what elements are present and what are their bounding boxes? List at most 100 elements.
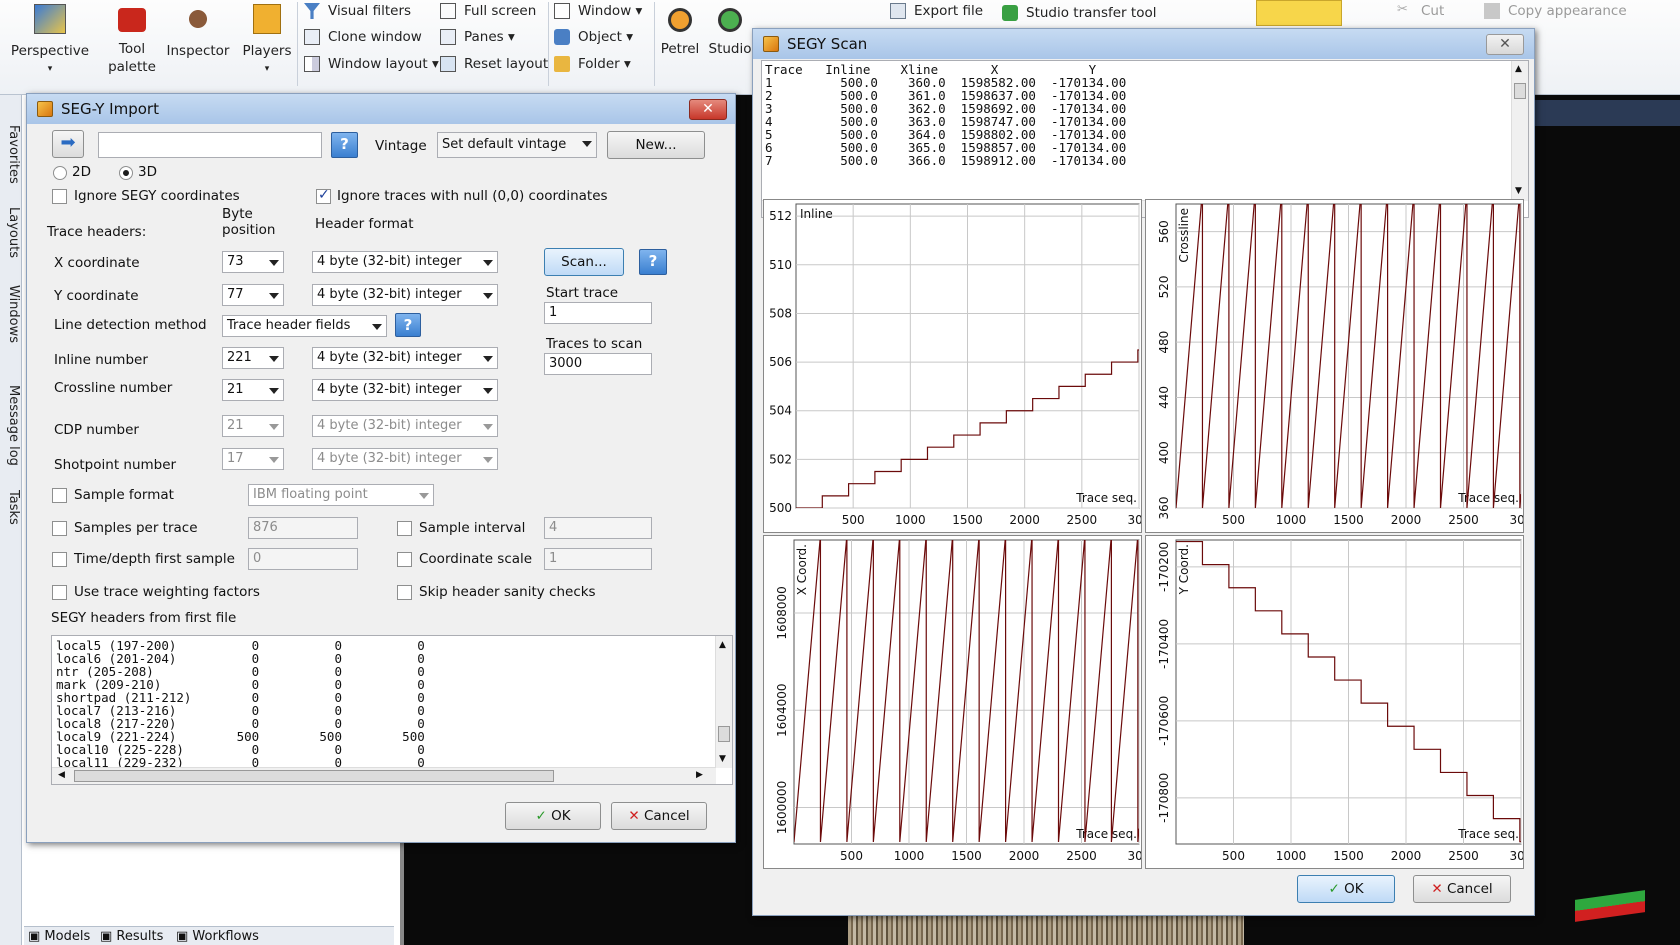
- vertical-scrollbar[interactable]: ▲ ▼: [1511, 61, 1528, 201]
- scroll-down-icon[interactable]: ▼: [719, 754, 726, 764]
- panes-button[interactable]: Panes ▾: [438, 26, 515, 48]
- scroll-down-icon[interactable]: ▼: [1515, 186, 1522, 196]
- crossline-byte-select[interactable]: 21: [222, 379, 284, 401]
- coordinate-scale-input[interactable]: 1: [544, 548, 652, 570]
- segy-scan-titlebar[interactable]: SEGY Scan ✕: [753, 29, 1534, 59]
- inline-format-select[interactable]: 4 byte (32-bit) integer: [312, 347, 498, 369]
- inline-byte-select[interactable]: 221: [222, 347, 284, 369]
- close-icon[interactable]: ✕: [1486, 34, 1524, 55]
- samples-per-trace-checkbox[interactable]: [52, 521, 67, 536]
- radio-2d[interactable]: [53, 166, 67, 180]
- start-trace-input[interactable]: 1: [544, 302, 652, 324]
- file-path-input[interactable]: [98, 132, 322, 158]
- ignore-segy-coords-checkbox[interactable]: [52, 189, 67, 204]
- cdp-byte-select[interactable]: 21: [222, 415, 284, 437]
- x-axis-label: Trace seq.: [1075, 491, 1137, 505]
- traces-to-scan-input[interactable]: 3000: [544, 353, 652, 375]
- help-icon[interactable]: ?: [331, 132, 358, 158]
- help-icon[interactable]: ?: [639, 249, 667, 275]
- tab-workflows[interactable]: ▣ Workflows: [176, 929, 259, 944]
- segy-headers-listbox[interactable]: local5 (197-200) 0 0 0 local6 (201-204) 0…: [51, 635, 733, 785]
- samples-per-trace-input[interactable]: 876: [248, 517, 358, 539]
- tab-windows[interactable]: Windows: [1, 285, 21, 343]
- cancel-button[interactable]: ✕ Cancel: [1413, 875, 1511, 903]
- copy-appearance-button[interactable]: Copy appearance: [1482, 0, 1627, 22]
- tab-results[interactable]: ▣ Results: [100, 929, 163, 944]
- scroll-right-icon[interactable]: ▶: [696, 770, 703, 780]
- new-vintage-button[interactable]: New...: [607, 131, 705, 159]
- time-depth-first-sample-checkbox[interactable]: [52, 552, 67, 567]
- shotpoint-format-select[interactable]: 4 byte (32-bit) integer: [312, 448, 498, 470]
- line-detection-select[interactable]: Trace header fields: [222, 315, 387, 337]
- window-menu-button[interactable]: Window ▾: [552, 0, 642, 22]
- crossline-format-select[interactable]: 4 byte (32-bit) integer: [312, 379, 498, 401]
- splitter[interactable]: [400, 843, 404, 945]
- sample-format-checkbox[interactable]: [52, 488, 67, 503]
- clone-window-button[interactable]: Clone window: [302, 26, 422, 48]
- scan-table[interactable]: Trace Inline Xline X Y 1 500.0 360.0 159…: [761, 60, 1529, 218]
- highlighted-button[interactable]: [1256, 0, 1342, 26]
- object-menu-button[interactable]: Object ▾: [552, 26, 633, 48]
- perspective-button[interactable]: Perspective ▾: [6, 4, 94, 78]
- y-coordinate-byte-select[interactable]: 77: [222, 284, 284, 306]
- shotpoint-byte-select[interactable]: 17: [222, 448, 284, 470]
- scrollbar-thumb[interactable]: [1514, 83, 1526, 99]
- petrel-button[interactable]: Petrel: [658, 4, 702, 58]
- help-icon[interactable]: ?: [395, 313, 421, 337]
- scrollbar-thumb[interactable]: [718, 726, 730, 742]
- vertical-scrollbar[interactable]: ▲ ▼: [715, 636, 732, 768]
- cdp-format-select[interactable]: 4 byte (32-bit) integer: [312, 415, 498, 437]
- scroll-left-icon[interactable]: ◀: [58, 770, 65, 780]
- sample-interval-checkbox[interactable]: [397, 521, 412, 536]
- cut-button[interactable]: ✂ Cut: [1395, 0, 1444, 22]
- ycoord-vs-trace-plot[interactable]: 500 1000 1500 2000 2500 300 -170800 -170600 -170…: [1145, 535, 1524, 869]
- players-button[interactable]: Players ▾: [236, 4, 298, 78]
- tab-favorites[interactable]: Favorites: [1, 125, 21, 184]
- window-layout-button[interactable]: Window layout ▾: [302, 53, 439, 75]
- crossline-vs-trace-plot[interactable]: 500 1000 1500 2000 2500 300 360 400 440 480 520 560…: [1145, 199, 1524, 533]
- ignore-null-traces-checkbox[interactable]: [316, 187, 331, 204]
- studio-button[interactable]: Studio: [708, 4, 752, 58]
- studio-transfer-button[interactable]: Studio transfer tool: [1000, 2, 1156, 24]
- cancel-button[interactable]: ✕ Cancel: [611, 802, 707, 830]
- scroll-up-icon[interactable]: ▲: [1515, 64, 1522, 74]
- y-tick-label: 480: [1157, 331, 1171, 354]
- inline-vs-trace-plot[interactable]: 500 1000 1500 2000 2500 300 500 502 504 506 508 510…: [763, 199, 1142, 533]
- x-coordinate-byte-select[interactable]: 73: [222, 251, 284, 273]
- visual-filters-button[interactable]: Visual filters: [302, 0, 411, 22]
- table-row[interactable]: 7 500.0 366.0 1598912.00 -170134.00: [765, 154, 1126, 167]
- tab-layouts[interactable]: Layouts: [1, 207, 21, 258]
- tab-message-log[interactable]: Message log: [1, 385, 21, 466]
- sample-interval-input[interactable]: 4: [544, 517, 652, 539]
- xcoord-vs-trace-plot[interactable]: 500 1000 1500 2000 2500 300 1600000 1604000 1608…: [763, 535, 1142, 869]
- coordinate-scale-checkbox[interactable]: [397, 552, 412, 567]
- ok-button[interactable]: ✓ OK: [1297, 875, 1395, 903]
- skip-header-sanity-checkbox[interactable]: [397, 585, 412, 600]
- inspector-button[interactable]: Inspector: [166, 4, 230, 60]
- segy-import-titlebar[interactable]: SEG-Y Import ✕: [27, 94, 735, 124]
- tab-models[interactable]: ▣ Models: [28, 929, 90, 944]
- scroll-up-icon[interactable]: ▲: [719, 640, 726, 650]
- x-coordinate-format-select[interactable]: 4 byte (32-bit) integer: [312, 251, 498, 273]
- horizontal-scrollbar[interactable]: ◀ ▶: [52, 767, 716, 784]
- sample-format-select[interactable]: IBM floating point: [248, 484, 434, 506]
- folder-menu-button[interactable]: Folder ▾: [552, 53, 631, 75]
- time-depth-first-sample-input[interactable]: 0: [248, 548, 358, 570]
- export-file-button[interactable]: Export file: [888, 0, 983, 22]
- vintage-select[interactable]: Set default vintage: [437, 132, 597, 158]
- chevron-down-icon: [269, 424, 279, 430]
- y-coordinate-format-select[interactable]: 4 byte (32-bit) integer: [312, 284, 498, 306]
- tool-palette-button[interactable]: Tool palette: [100, 4, 164, 76]
- scan-button[interactable]: Scan...: [544, 248, 624, 276]
- tab-tasks[interactable]: Tasks: [1, 490, 21, 525]
- reset-layout-button[interactable]: Reset layout: [438, 53, 548, 75]
- full-screen-button[interactable]: Full screen: [438, 0, 536, 22]
- radio-3d[interactable]: [119, 166, 133, 180]
- chevron-down-icon: [582, 141, 592, 147]
- close-icon[interactable]: ✕: [689, 99, 727, 120]
- ok-button[interactable]: ✓ OK: [505, 802, 601, 830]
- use-trace-weighting-checkbox[interactable]: [52, 585, 67, 600]
- scrollbar-thumb[interactable]: [74, 770, 554, 782]
- y-coordinate-label: Y coordinate: [54, 288, 139, 304]
- select-file-arrow-button[interactable]: ➡: [52, 130, 84, 158]
